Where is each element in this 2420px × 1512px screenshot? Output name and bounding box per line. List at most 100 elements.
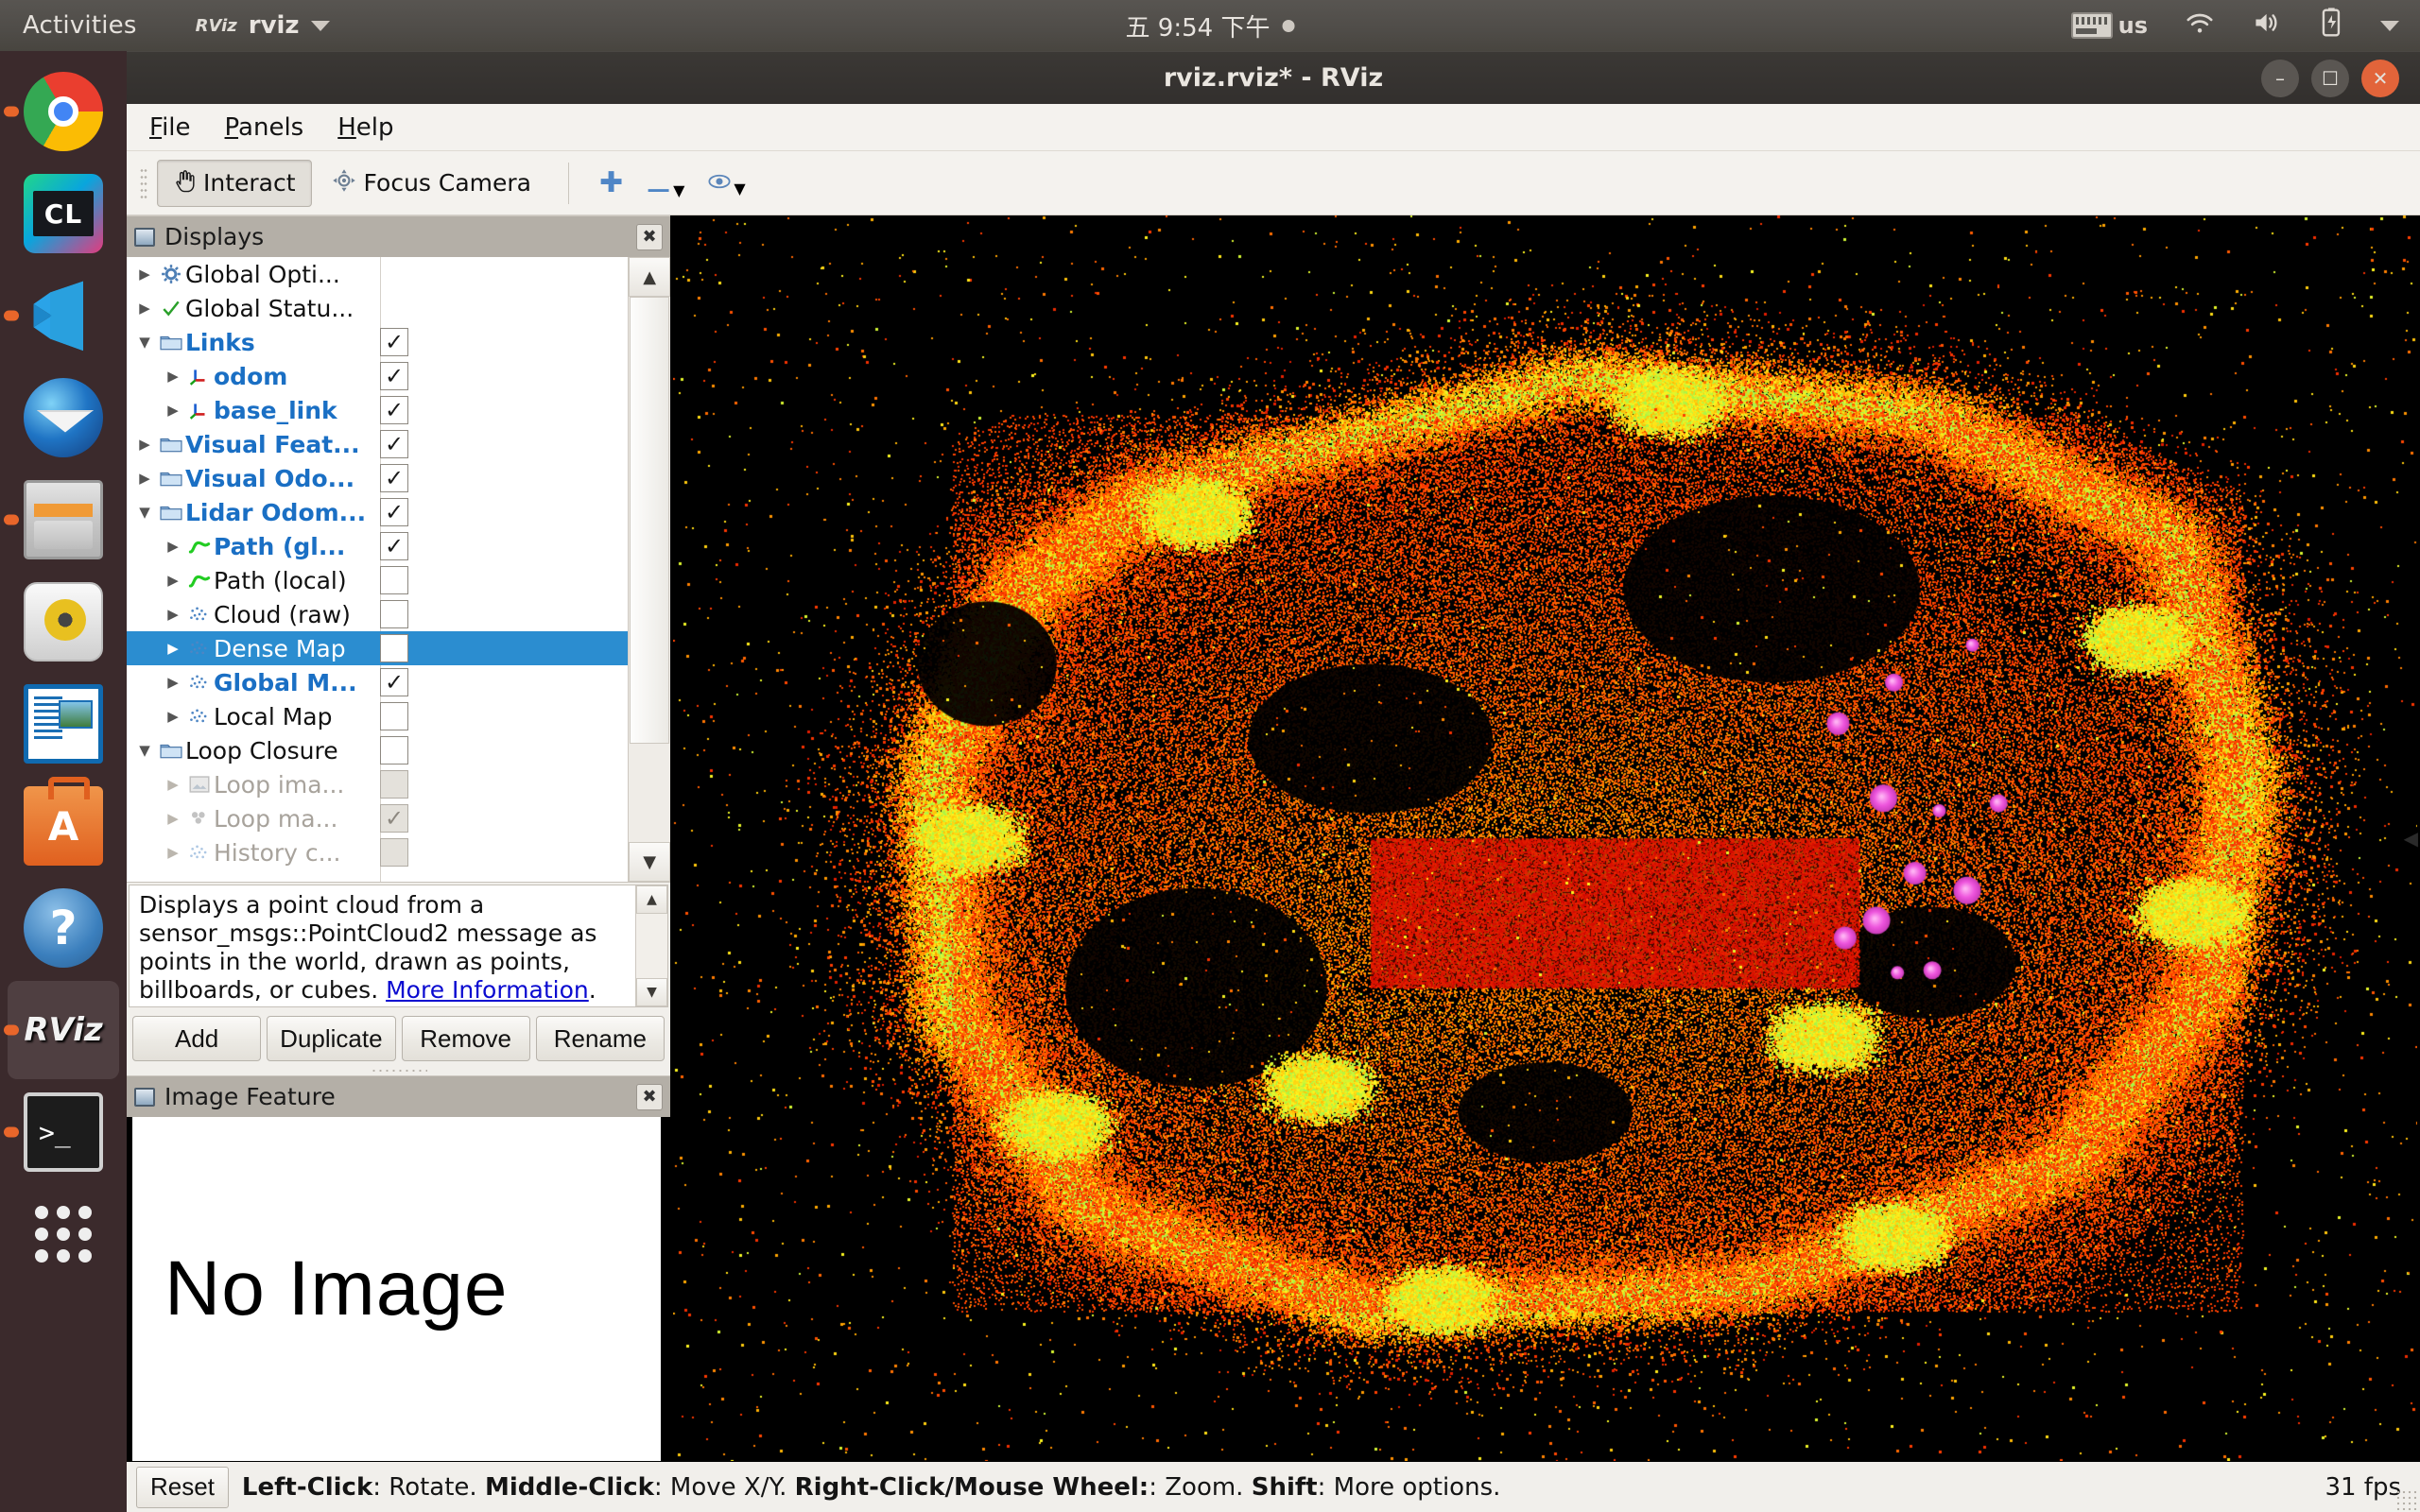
view-splitter-handle[interactable]: ◀: [2404, 827, 2418, 850]
interact-tool-button[interactable]: Interact: [157, 160, 312, 207]
dock-item-libreoffice-impress[interactable]: [8, 675, 119, 773]
system-menu-chevron-icon[interactable]: [2380, 21, 2399, 31]
displays-tree-row-checkbox[interactable]: ✓: [380, 464, 408, 492]
displays-tree-row-checkbox[interactable]: [380, 736, 408, 765]
chevron-right-icon[interactable]: ▶: [161, 844, 185, 861]
chevron-down-icon[interactable]: ▼: [132, 504, 157, 521]
scrollbar-track[interactable]: [629, 297, 670, 842]
chevron-right-icon[interactable]: ▶: [161, 776, 185, 793]
displays-tree-row-checkbox[interactable]: [380, 634, 408, 662]
chevron-down-icon[interactable]: [311, 21, 330, 31]
chevron-down-icon[interactable]: ▼: [132, 742, 157, 759]
chevron-right-icon[interactable]: ▶: [132, 436, 157, 453]
reset-button[interactable]: Reset: [136, 1467, 229, 1508]
dock-item-help[interactable]: [8, 879, 119, 977]
description-scrollbar[interactable]: ▲ ▼: [635, 885, 667, 1006]
chevron-right-icon[interactable]: ▶: [161, 708, 185, 725]
menu-help[interactable]: Help: [337, 113, 393, 142]
resize-grip[interactable]: [2395, 1489, 2416, 1510]
displays-tree-row[interactable]: ▶odom✓: [127, 359, 628, 393]
displays-tree-row[interactable]: ▶History c...: [127, 835, 628, 869]
menu-bar[interactable]: File Panels Help: [127, 104, 2420, 151]
volume-icon[interactable]: [2252, 9, 2284, 43]
dock-item-clion[interactable]: [8, 164, 119, 263]
displays-tree-row[interactable]: ▶Loop ima...: [127, 767, 628, 801]
checkbox[interactable]: [380, 566, 408, 594]
displays-tree-row[interactable]: ▶Global Statu...: [127, 291, 628, 325]
panel-splitter[interactable]: [127, 1066, 670, 1075]
window-controls[interactable]: – ☐ ✕: [2261, 60, 2399, 97]
scroll-down-button[interactable]: ▼: [629, 842, 670, 882]
chevron-right-icon[interactable]: ▶: [161, 572, 185, 589]
dock-item-rhythmbox[interactable]: [8, 573, 119, 671]
chevron-down-icon[interactable]: ▼: [673, 181, 684, 199]
displays-tree-row-checkbox[interactable]: [380, 770, 408, 799]
displays-tree-row-checkbox[interactable]: ✓: [380, 498, 408, 526]
chevron-right-icon[interactable]: ▶: [161, 674, 185, 691]
checkbox[interactable]: [380, 600, 408, 628]
chevron-down-icon[interactable]: ▼: [132, 334, 157, 351]
wifi-icon[interactable]: [2184, 9, 2216, 43]
checkbox[interactable]: [380, 838, 408, 867]
chevron-right-icon[interactable]: ▶: [161, 810, 185, 827]
checkbox[interactable]: ✓: [380, 498, 408, 526]
scrollbar-thumb[interactable]: [630, 297, 669, 744]
dock-item-google-chrome[interactable]: [8, 62, 119, 161]
displays-tree-row[interactable]: ▶Local Map: [127, 699, 628, 733]
chevron-right-icon[interactable]: ▶: [132, 470, 157, 487]
displays-tree-row[interactable]: ▶Dense Map: [127, 631, 628, 665]
minimize-button[interactable]: –: [2261, 60, 2299, 97]
chevron-right-icon[interactable]: ▶: [161, 640, 185, 657]
displays-tree-row-checkbox[interactable]: ✓: [380, 532, 408, 560]
chevron-right-icon[interactable]: ▶: [161, 402, 185, 419]
displays-tree-row[interactable]: ▶base_link✓: [127, 393, 628, 427]
render-view-3d[interactable]: ◀: [673, 215, 2420, 1461]
dock-item-show-applications[interactable]: [8, 1185, 119, 1283]
scroll-down-button[interactable]: ▼: [636, 978, 667, 1006]
battery-charging-icon[interactable]: [2320, 8, 2344, 44]
toolbar-drag-handle[interactable]: [140, 167, 147, 199]
displays-tree-row-checkbox[interactable]: ✓: [380, 362, 408, 390]
checkbox[interactable]: ✓: [380, 362, 408, 390]
displays-tree-row-checkbox[interactable]: ✓: [380, 396, 408, 424]
displays-tree[interactable]: ▶Global Opti...▶Global Statu...▼Links✓▶o…: [127, 257, 670, 883]
chevron-right-icon[interactable]: ▶: [161, 606, 185, 623]
displays-tree-row[interactable]: ▼Lidar Odom...✓: [127, 495, 628, 529]
displays-tree-scrollbar[interactable]: ▲ ▼: [628, 257, 670, 882]
checkbox[interactable]: ✓: [380, 668, 408, 696]
displays-tree-row-checkbox[interactable]: [380, 702, 408, 730]
app-menu[interactable]: RViz rviz: [196, 11, 330, 40]
dock-item-thunderbird[interactable]: [8, 369, 119, 467]
menu-panels[interactable]: Panels: [225, 113, 304, 142]
rename-button[interactable]: Rename: [536, 1016, 665, 1061]
close-icon[interactable]: ✖: [636, 224, 663, 250]
displays-tree-row[interactable]: ▶Cloud (raw): [127, 597, 628, 631]
displays-tree-row-checkbox[interactable]: [380, 600, 408, 628]
chevron-down-icon[interactable]: ▼: [734, 180, 745, 198]
dock-item-terminal[interactable]: [8, 1083, 119, 1181]
views-tool-button[interactable]: ▼: [698, 163, 754, 203]
image-feature-view[interactable]: No Image: [132, 1117, 661, 1461]
checkbox[interactable]: [380, 770, 408, 799]
displays-tree-row-checkbox[interactable]: ✓: [380, 430, 408, 458]
displays-tree-row-checkbox[interactable]: ✓: [380, 804, 408, 833]
dock-item-files[interactable]: [8, 471, 119, 569]
scroll-up-button[interactable]: ▲: [629, 257, 670, 297]
displays-tree-row[interactable]: ▶Visual Feat...✓: [127, 427, 628, 461]
displays-tree-row-checkbox[interactable]: ✓: [380, 328, 408, 356]
displays-tree-row-checkbox[interactable]: [380, 566, 408, 594]
displays-tree-row[interactable]: ▶Path (gl...✓: [127, 529, 628, 563]
more-information-link[interactable]: More Information: [386, 976, 589, 1004]
displays-tree-row-checkbox[interactable]: ✓: [380, 668, 408, 696]
close-icon[interactable]: ✖: [636, 1084, 663, 1110]
displays-tree-row[interactable]: ▶Global M...✓: [127, 665, 628, 699]
add-button[interactable]: Add: [132, 1016, 261, 1061]
displays-tree-row[interactable]: ▼Links✓: [127, 325, 628, 359]
pointcloud-canvas[interactable]: [673, 215, 2417, 1461]
close-button[interactable]: ✕: [2361, 60, 2399, 97]
checkbox[interactable]: ✓: [380, 804, 408, 833]
clock[interactable]: 五 9:54 下午: [1126, 9, 1295, 43]
chevron-right-icon[interactable]: ▶: [161, 368, 185, 385]
chevron-right-icon[interactable]: ▶: [132, 300, 157, 317]
checkbox[interactable]: ✓: [380, 430, 408, 458]
